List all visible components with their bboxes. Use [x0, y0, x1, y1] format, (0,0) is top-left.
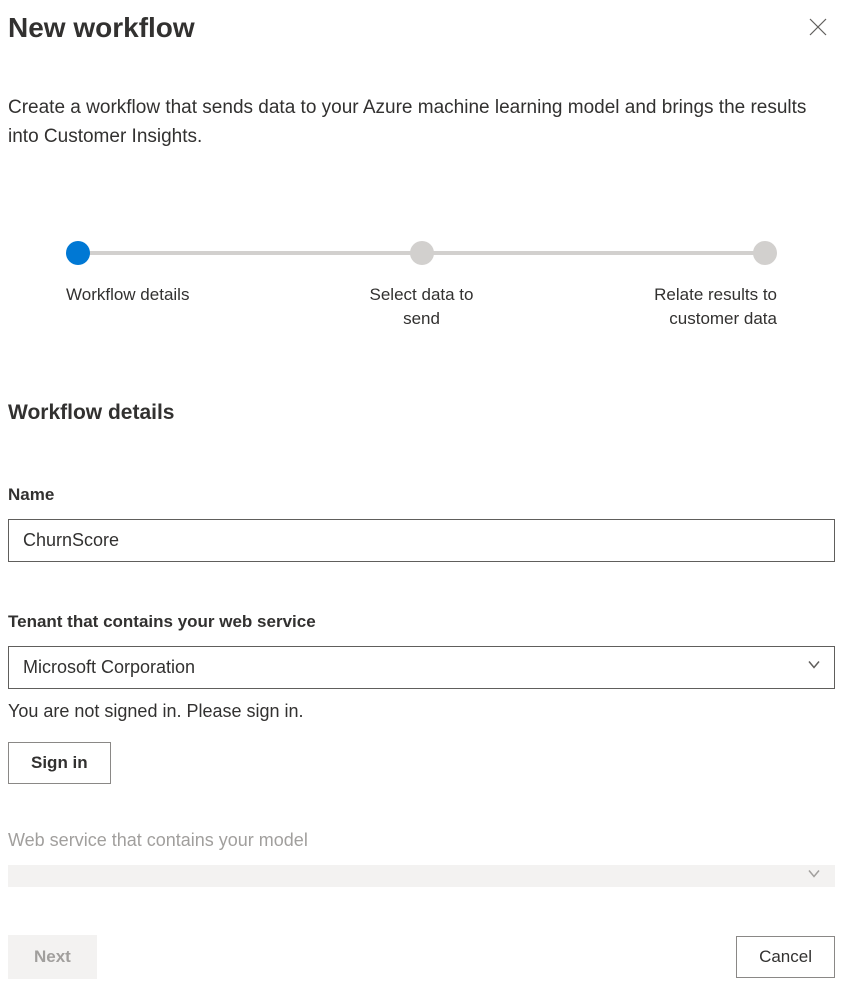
tenant-label: Tenant that contains your web service	[8, 612, 835, 632]
step-dot	[753, 241, 777, 265]
tenant-select[interactable]: Microsoft Corporation	[8, 646, 835, 689]
step-label: Workflow details	[66, 283, 189, 307]
step-label: Select data to send	[352, 283, 492, 331]
step-select-data[interactable]: Select data to send	[352, 241, 492, 331]
step-dot	[410, 241, 434, 265]
step-label: Relate results to customer data	[637, 283, 777, 331]
dialog-header: New workflow	[8, 12, 835, 46]
close-icon[interactable]	[801, 12, 835, 46]
section-title: Workflow details	[8, 401, 835, 425]
cancel-button[interactable]: Cancel	[736, 936, 835, 978]
name-label: Name	[8, 485, 835, 505]
signin-helper-text: You are not signed in. Please sign in.	[8, 701, 835, 722]
webservice-select-wrapper	[8, 865, 835, 887]
webservice-label: Web service that contains your model	[8, 830, 835, 851]
step-dot-active	[66, 241, 90, 265]
tenant-select-wrapper: Microsoft Corporation	[8, 646, 835, 689]
step-workflow-details[interactable]: Workflow details	[66, 241, 206, 307]
dialog-description: Create a workflow that sends data to you…	[8, 94, 835, 151]
name-input[interactable]	[8, 519, 835, 562]
stepper: Workflow details Select data to send Rel…	[66, 241, 777, 331]
webservice-select	[8, 865, 835, 887]
signin-button[interactable]: Sign in	[8, 742, 111, 784]
step-relate-results[interactable]: Relate results to customer data	[637, 241, 777, 331]
page-title: New workflow	[8, 12, 195, 44]
